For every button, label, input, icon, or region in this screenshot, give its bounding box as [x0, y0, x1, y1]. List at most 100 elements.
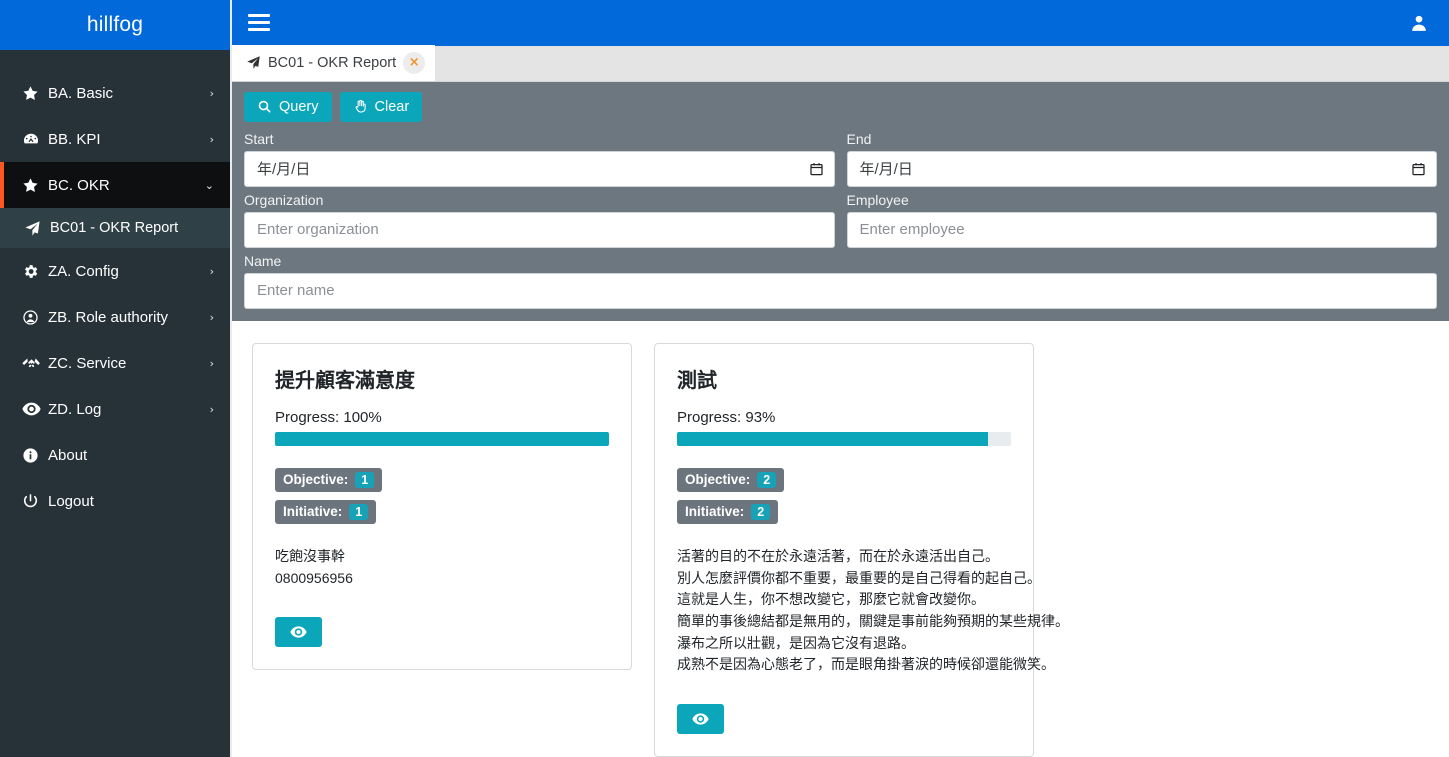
- objective-badge: Objective: 2: [677, 467, 785, 492]
- sidebar-item-label: ZB. Role authority: [48, 308, 169, 326]
- chevron-right-icon: ›: [209, 132, 214, 146]
- sidebar-item-bc-okr[interactable]: BC. OKR ⌄: [0, 162, 230, 208]
- user-circle-icon: [22, 309, 48, 326]
- end-date-value: 年/月/日: [859, 161, 913, 179]
- clear-button-label: Clear: [374, 98, 410, 115]
- progress-bar: [677, 431, 1011, 446]
- sidebar-item-label: ZD. Log: [48, 400, 102, 418]
- employee-placeholder: Enter employee: [859, 221, 965, 239]
- sidebar-item-zd-log[interactable]: ZD. Log ›: [0, 386, 230, 432]
- sidebar-item-bb-kpi[interactable]: BB. KPI ›: [0, 116, 230, 162]
- progress-label: Progress: 93%: [677, 408, 776, 426]
- tab-bc01-okr-report[interactable]: BC01 - OKR Report ×: [232, 44, 436, 81]
- sidebar: hillfog BA. Basic › BB. KPI › BC. OKR ⌄ …: [0, 0, 230, 757]
- dashboard-icon: [22, 130, 48, 148]
- card-body-text: 吃飽沒事幹 0800956956: [275, 546, 609, 589]
- filter-panel: Query Clear Start 年/月/日 End 年/月/日 Organi…: [232, 81, 1449, 321]
- filter-button-row: Query Clear: [238, 91, 1443, 126]
- objective-badge-count: 2: [757, 471, 777, 488]
- card-body-line: 吃飽沒事幹: [275, 547, 345, 564]
- info-icon: [22, 447, 48, 464]
- calendar-icon[interactable]: [1411, 161, 1426, 176]
- eye-icon: [22, 402, 48, 416]
- objective-badge: Objective: 1: [275, 467, 383, 492]
- top-header-bar: [232, 0, 1449, 46]
- organization-placeholder: Enter organization: [257, 221, 379, 239]
- sidebar-item-zb-role-authority[interactable]: ZB. Role authority ›: [0, 294, 230, 340]
- star-icon: [22, 85, 48, 102]
- search-icon: [257, 99, 272, 114]
- hamburger-icon[interactable]: [244, 10, 274, 35]
- sidebar-item-zc-service[interactable]: ZC. Service ›: [0, 340, 230, 386]
- chevron-right-icon: ›: [209, 310, 214, 324]
- sidebar-item-label: BC01 - OKR Report: [50, 220, 179, 236]
- progress-bar: [275, 431, 609, 446]
- initiative-badge-label: Initiative:: [685, 504, 745, 520]
- hamburger-bar: [248, 21, 270, 25]
- okr-cards-area: 提升顧客滿意度 Progress: 100% Objective: 1 Init…: [232, 320, 1449, 757]
- close-icon[interactable]: ×: [403, 51, 426, 74]
- sidebar-item-za-config[interactable]: ZA. Config ›: [0, 248, 230, 294]
- calendar-icon[interactable]: [809, 161, 824, 176]
- paper-plane-icon: [24, 220, 50, 237]
- power-icon: [22, 493, 48, 510]
- card-body-line: 瀑布之所以壯觀，是因為它沒有退路。: [677, 634, 915, 651]
- tab-label: BC01 - OKR Report: [268, 54, 397, 71]
- sidebar-item-label: BC. OKR: [48, 176, 110, 194]
- okr-card: 提升顧客滿意度 Progress: 100% Objective: 1 Init…: [252, 342, 632, 671]
- field-organization: Organization Enter organization: [238, 189, 841, 248]
- initiative-badge-count: 2: [751, 503, 771, 520]
- sidebar-item-label: ZC. Service: [48, 354, 127, 372]
- star-icon: [22, 177, 48, 194]
- sidebar-item-logout[interactable]: Logout: [0, 478, 230, 524]
- card-body-line: 別人怎麼評價你都不重要，最重要的是自己得看的起自己。: [677, 569, 1041, 586]
- field-name-label: Name: [244, 252, 282, 269]
- start-date-input[interactable]: 年/月/日: [244, 150, 835, 187]
- eye-icon: [290, 626, 307, 638]
- initiative-badge: Initiative: 2: [677, 499, 779, 524]
- sidebar-item-bc01-okr-report[interactable]: BC01 - OKR Report: [0, 208, 230, 248]
- sidebar-item-ba-basic[interactable]: BA. Basic ›: [0, 70, 230, 116]
- card-title: 測試: [677, 369, 717, 392]
- query-button[interactable]: Query: [244, 91, 332, 122]
- name-input[interactable]: Enter name: [244, 272, 1437, 309]
- name-placeholder: Enter name: [257, 282, 335, 300]
- progress-bar-fill: [677, 431, 988, 446]
- chevron-down-icon: ⌄: [204, 178, 214, 192]
- handshake-icon: [22, 355, 48, 372]
- sidebar-item-label: BA. Basic: [48, 84, 114, 102]
- gear-icon: [22, 263, 48, 280]
- field-end-label: End: [846, 130, 872, 147]
- sidebar-item-label: ZA. Config: [48, 262, 119, 280]
- card-body-line: 活著的目的不在於永遠活著，而在於永遠活出自己。: [677, 547, 999, 564]
- start-date-value: 年/月/日: [257, 161, 311, 179]
- sidebar-item-label: About: [48, 446, 88, 464]
- sidebar-nav: BA. Basic › BB. KPI › BC. OKR ⌄ BC01 - O…: [0, 50, 230, 757]
- app-root: hillfog BA. Basic › BB. KPI › BC. OKR ⌄ …: [0, 0, 1449, 757]
- progress-bar-fill: [275, 431, 609, 446]
- initiative-badge: Initiative: 1: [275, 499, 377, 524]
- user-icon[interactable]: [1403, 9, 1435, 37]
- organization-input[interactable]: Enter organization: [244, 211, 835, 248]
- field-end: End 年/月/日: [841, 128, 1444, 187]
- employee-input[interactable]: Enter employee: [846, 211, 1437, 248]
- card-body-line: 0800956956: [275, 569, 353, 586]
- hamburger-bar: [248, 28, 270, 32]
- chevron-right-icon: ›: [209, 356, 214, 370]
- card-title: 提升顧客滿意度: [275, 369, 415, 392]
- card-body-text: 活著的目的不在於永遠活著，而在於永遠活出自己。別人怎麼評價你都不重要，最重要的是…: [677, 546, 1069, 676]
- chevron-right-icon: ›: [209, 264, 214, 278]
- card-body-line: 這就是人生，你不想改變它，那麼它就會改變你。: [677, 591, 985, 608]
- paper-plane-icon: [246, 55, 261, 70]
- clear-button[interactable]: Clear: [339, 91, 423, 122]
- brand-logo[interactable]: hillfog: [0, 0, 230, 50]
- field-start: Start 年/月/日: [238, 128, 841, 187]
- view-button[interactable]: [275, 617, 322, 648]
- field-name: Name Enter name: [238, 250, 1443, 309]
- filter-fields-grid: Start 年/月/日 End 年/月/日 Organization Enter…: [238, 126, 1443, 309]
- end-date-input[interactable]: 年/月/日: [846, 150, 1437, 187]
- sidebar-item-about[interactable]: About: [0, 432, 230, 478]
- view-button[interactable]: [677, 704, 724, 734]
- objective-badge-label: Objective:: [685, 472, 751, 488]
- eye-icon: [692, 713, 709, 725]
